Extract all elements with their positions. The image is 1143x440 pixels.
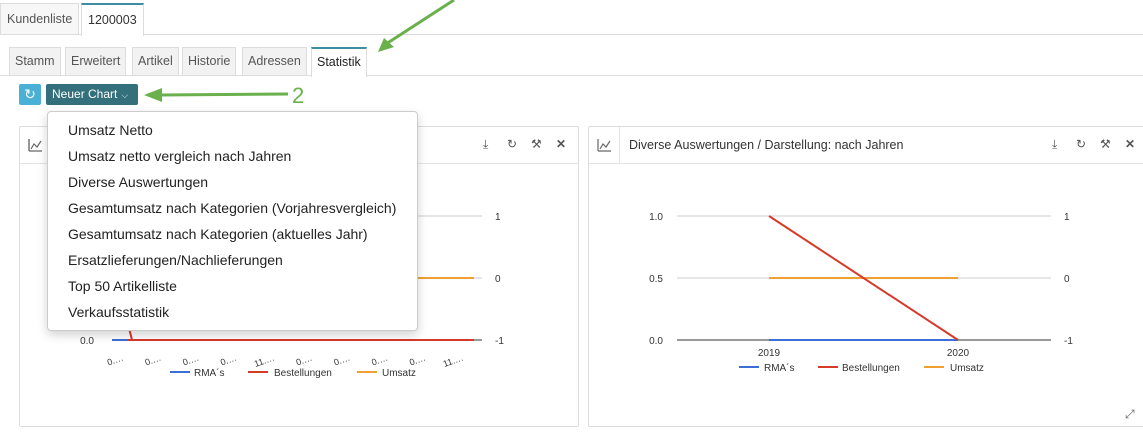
x-axis-tick: 0.… <box>370 352 389 367</box>
right-axis-tick: 1 <box>495 212 501 223</box>
left-axis-tick: 0.0 <box>80 336 94 347</box>
menu-item-kategorien-vorjahr[interactable]: Gesamtumsatz nach Kategorien (Vorjahresv… <box>68 200 396 216</box>
tab-historie[interactable]: Historie <box>182 47 237 75</box>
x-axis-tick: 0.… <box>144 352 163 367</box>
x-axis-tick: 0.… <box>181 352 200 367</box>
menu-item-verkaufsstatistik[interactable]: Verkaufsstatistik <box>68 304 169 320</box>
right-axis-tick: -1 <box>1064 336 1073 347</box>
close-icon[interactable]: ✕ <box>1125 137 1135 151</box>
right-axis-tick: -1 <box>495 336 504 347</box>
x-axis-tick: 2019 <box>758 348 781 359</box>
legend-label-umsatz: Umsatz <box>950 363 984 374</box>
tab-adressen[interactable]: Adressen <box>242 47 307 75</box>
refresh-icon[interactable]: ↻ <box>507 137 517 151</box>
chart-right: 1.0 0.5 0.0 1 0 -1 2019 2020 RMA´s Beste… <box>649 212 1073 374</box>
panel-header: Diverse Auswertungen / Darstellung: nach… <box>589 127 1143 164</box>
legend-label-bestellungen: Bestellungen <box>274 368 332 379</box>
left-axis-tick: 0.5 <box>649 274 663 285</box>
new-chart-dropdown: Umsatz Netto Umsatz netto vergleich nach… <box>47 111 418 331</box>
x-axis-tick: 0.… <box>332 352 351 367</box>
menu-item-kategorien-aktuell[interactable]: Gesamtumsatz nach Kategorien (aktuelles … <box>68 226 368 242</box>
right-axis-tick: 0 <box>495 274 501 285</box>
right-axis-tick: 1 <box>1064 212 1070 223</box>
tab-kundenliste[interactable]: Kundenliste <box>0 3 80 34</box>
refresh-button[interactable]: ↻ <box>19 84 41 105</box>
resize-icon[interactable]: ⤢ <box>1125 407 1135 422</box>
legend-label-rma: RMA´s <box>194 367 225 379</box>
chevron-down-icon: ⌵ <box>121 90 129 100</box>
legend-label-umsatz: Umsatz <box>382 368 416 379</box>
sub-tab-bar: Stamm Erweitert Artikel Historie Adresse… <box>0 44 1143 77</box>
close-icon[interactable]: ✕ <box>556 137 566 151</box>
x-axis-tick: 0.… <box>219 352 238 367</box>
wrench-icon[interactable]: ⚒ <box>1100 137 1111 151</box>
new-chart-label: Neuer Chart <box>52 87 118 101</box>
menu-item-ersatzlieferungen[interactable]: Ersatzlieferungen/Nachlieferungen <box>68 252 283 268</box>
line-chart-icon <box>597 139 611 152</box>
panel-title: Diverse Auswertungen / Darstellung: nach… <box>629 138 904 152</box>
x-axis-tick: 11.… <box>442 352 465 369</box>
right-axis-tick: 0 <box>1064 274 1070 285</box>
chart-panel-right: Diverse Auswertungen / Darstellung: nach… <box>588 126 1143 427</box>
refresh-icon: ↻ <box>24 86 36 102</box>
refresh-icon[interactable]: ↻ <box>1076 137 1086 151</box>
annotation-number: 2 <box>292 83 305 108</box>
menu-item-umsatz-vergleich[interactable]: Umsatz netto vergleich nach Jahren <box>68 148 291 164</box>
tab-stamm[interactable]: Stamm <box>9 47 61 75</box>
line-chart-icon <box>28 139 42 152</box>
wrench-icon[interactable]: ⚒ <box>531 137 542 151</box>
x-axis-tick: 2020 <box>947 348 970 359</box>
panel-icon-box <box>589 127 620 163</box>
top-tab-bar: Kundenliste 1200003 <box>0 0 1143 36</box>
menu-item-umsatz-netto[interactable]: Umsatz Netto <box>68 122 153 138</box>
x-axis-tick: 0.… <box>106 352 125 367</box>
tab-erweitert[interactable]: Erweitert <box>65 47 127 75</box>
menu-item-diverse-auswertungen[interactable]: Diverse Auswertungen <box>68 174 208 190</box>
left-axis-tick: 0.0 <box>649 336 663 347</box>
x-axis-tick: 0.… <box>408 352 427 367</box>
legend-label-rma: RMA´s <box>764 362 795 374</box>
new-chart-button[interactable]: Neuer Chart ⌵ <box>46 84 138 105</box>
tab-artikel[interactable]: Artikel <box>132 47 179 75</box>
download-icon[interactable]: ⤓ <box>1052 137 1057 152</box>
menu-item-top50[interactable]: Top 50 Artikelliste <box>68 278 177 294</box>
legend-label-bestellungen: Bestellungen <box>842 363 900 374</box>
x-axis-tick: 0.… <box>295 352 314 367</box>
annotation-arrow-new-chart <box>144 88 289 102</box>
tab-statistik[interactable]: Statistik <box>311 47 367 77</box>
left-axis-tick: 1.0 <box>649 212 663 223</box>
x-axis-tick: 11.… <box>253 352 276 369</box>
download-icon[interactable]: ⤓ <box>483 137 488 152</box>
tab-customer-1200003[interactable]: 1200003 <box>81 3 144 36</box>
